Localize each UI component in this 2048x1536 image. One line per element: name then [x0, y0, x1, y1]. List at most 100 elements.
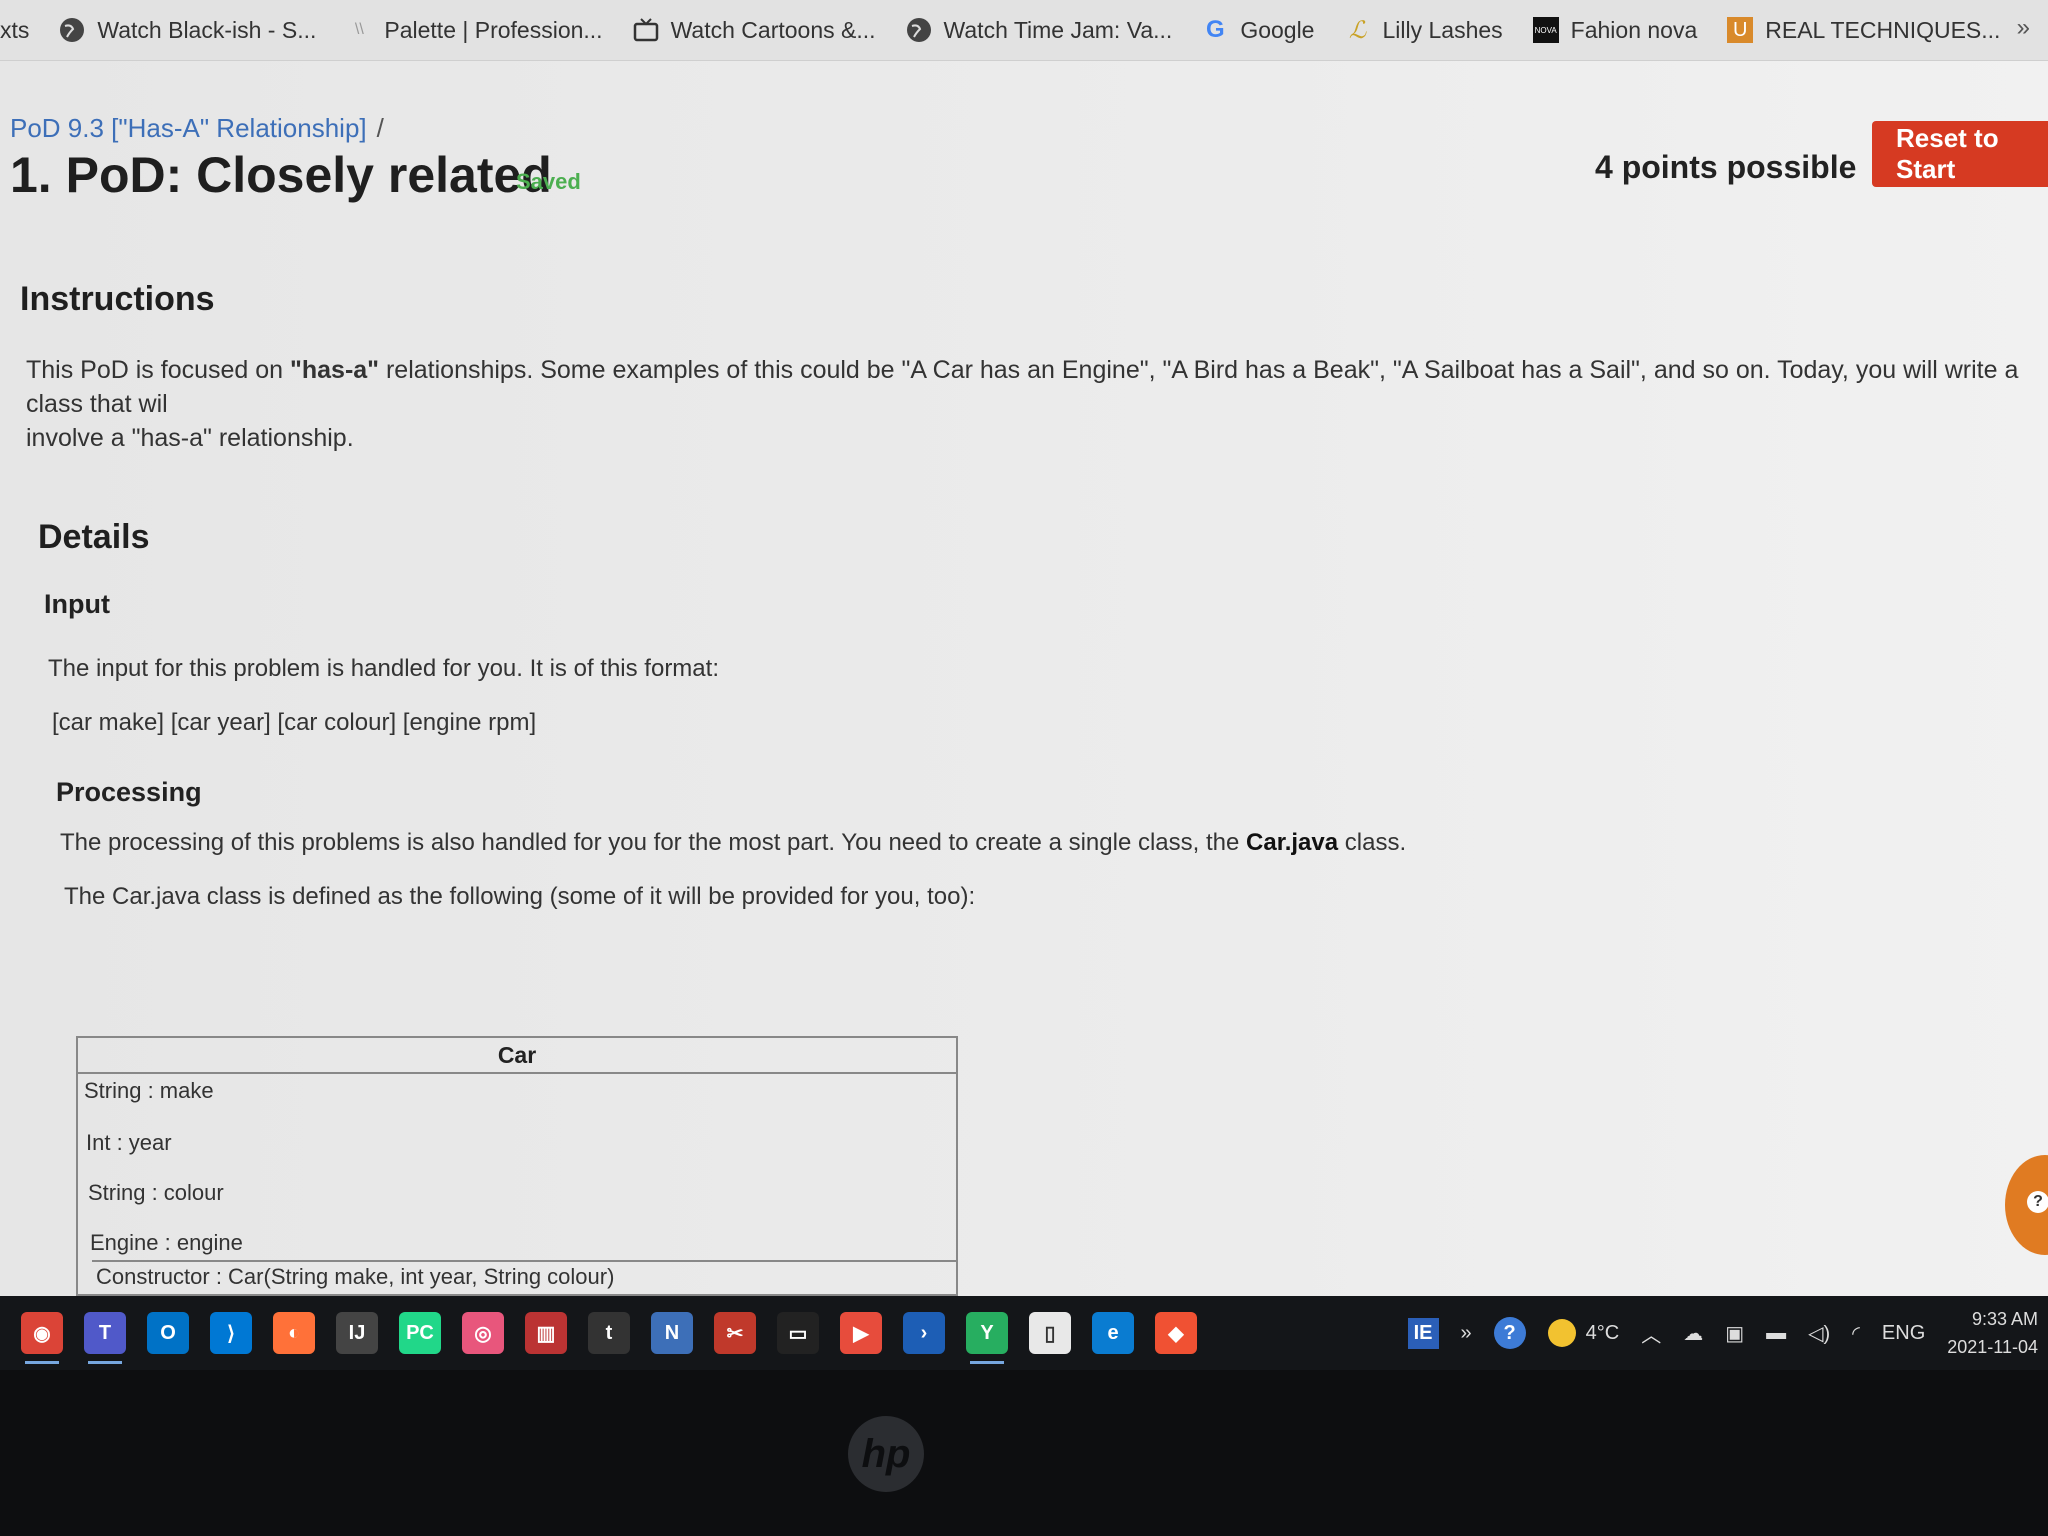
saved-status: Saved — [516, 169, 581, 194]
cloud-icon[interactable]: ☁ — [1683, 1321, 1703, 1346]
breadcrumb-separator: / — [376, 113, 384, 143]
bookmark-label: Google — [1240, 16, 1315, 43]
instructions-text: This PoD is focused on "has-a" relations… — [26, 353, 2048, 455]
display-icon[interactable]: ▣ — [1725, 1321, 1744, 1346]
powershell-icon[interactable]: › — [903, 1312, 945, 1354]
system-tray: IE » ? 4°C ︿ ☁ ▣ ▬ ◁) ◜ ENG 9:33 AM 2021… — [1407, 1296, 2048, 1370]
clock[interactable]: 9:33 AM 2021-11-04 — [1947, 1305, 2038, 1361]
instructions-heading: Instructions — [20, 280, 215, 318]
teams-icon[interactable]: T — [84, 1312, 126, 1364]
uml-constructor: Constructor : Car(String make, int year,… — [96, 1264, 615, 1289]
help-button[interactable]: ? — [2005, 1155, 2048, 1255]
processing-description-2: The Car.java class is defined as the fol… — [64, 883, 976, 910]
wifi-icon[interactable]: ◜ — [1852, 1321, 1860, 1346]
bookmark-item[interactable]: ℒ Lilly Lashes — [1344, 16, 1503, 44]
bookmark-label: Watch Black-ish - S... — [97, 16, 317, 43]
bookmarks-bar: xts Watch Black-ish - S... \\ Palette | … — [0, 0, 2048, 61]
breadcrumb-link[interactable]: PoD 9.3 ["Has-A" Relationship] — [10, 113, 367, 143]
volume-icon[interactable]: ◁) — [1808, 1321, 1830, 1346]
terminal-icon[interactable]: ▭ — [777, 1312, 819, 1354]
intellij-icon[interactable]: IJ — [336, 1312, 378, 1354]
nova-icon: NOVA — [1532, 17, 1559, 43]
weather-temp[interactable]: 4°C — [1586, 1322, 1620, 1345]
bookmark-label: Lilly Lashes — [1382, 16, 1503, 43]
instructions-text-part: This PoD is focused on — [26, 356, 291, 384]
battery-icon[interactable]: ▬ — [1766, 1322, 1786, 1345]
tumblr-icon[interactable]: t — [588, 1312, 630, 1354]
rt-icon: U — [1727, 17, 1754, 43]
taskbar-apps: ◉ T O ⟩ ◐ IJ PC ◎ ▥ t N ✂ ▭ ▶ › Y ▯ e ◆ — [0, 1312, 1197, 1364]
tv-icon — [633, 17, 659, 43]
globe-icon — [906, 17, 932, 43]
uml-class-diagram: Car String : make Int : year String : co… — [76, 1036, 958, 1296]
page-title: 1. PoD: Closely related — [10, 147, 552, 203]
taskbar: ◉ T O ⟩ ◐ IJ PC ◎ ▥ t N ✂ ▭ ▶ › Y ▯ e ◆ IE » ? 4°C ︿ ☁ ▣ ▬… — [0, 1296, 2048, 1370]
bookmarks-overflow-button[interactable]: » — [2017, 14, 2030, 42]
instructions-text-part: involve a "has-a" relationship. — [26, 424, 354, 452]
bookmark-label: xts — [0, 16, 30, 43]
instructions-bold: "has-a" — [290, 356, 380, 384]
bookmark-item[interactable]: xts — [0, 17, 29, 44]
bookmark-label: Fahion nova — [1570, 16, 1698, 43]
weather-icon[interactable] — [1547, 1319, 1576, 1347]
clock-date: 2021-11-04 — [1947, 1337, 2038, 1357]
points-possible: 4 points possible — [1595, 149, 1857, 185]
photo-icon[interactable]: ◎ — [462, 1312, 504, 1354]
uml-field: Engine : engine — [90, 1230, 243, 1255]
processing-bold: Car.java — [1246, 829, 1339, 856]
bookmark-label: REAL TECHNIQUES... — [1765, 16, 2001, 43]
globe-icon — [59, 17, 85, 43]
palette-icon: \\ — [354, 21, 364, 38]
uml-divider — [92, 1260, 956, 1262]
reset-to-start-button[interactable]: Reset to Start — [1872, 121, 2048, 187]
git-icon[interactable]: ◆ — [1155, 1312, 1197, 1354]
bookmark-item[interactable]: Watch Black-ish - S... — [59, 17, 316, 44]
bookmark-label: Watch Time Jam: Va... — [943, 16, 1173, 43]
uml-field: String : make — [84, 1078, 214, 1103]
breadcrumb: PoD 9.3 ["Has-A" Relationship] / — [10, 113, 384, 144]
firefox-icon[interactable]: ◐ — [273, 1312, 315, 1354]
scissors-icon[interactable]: ✂ — [714, 1312, 756, 1354]
bookmark-label: Palette | Profession... — [384, 16, 603, 43]
lilly-icon: ℒ — [1348, 16, 1367, 44]
clock-time: 9:33 AM — [1971, 1309, 2038, 1329]
chevron-up-icon[interactable]: ︿ — [1641, 1319, 1661, 1348]
vscode-icon[interactable]: ⟩ — [210, 1312, 252, 1354]
bookmark-item[interactable]: U REAL TECHNIQUES... — [1727, 17, 2000, 44]
sourcetree-icon[interactable]: Y — [966, 1312, 1008, 1364]
processing-heading: Processing — [56, 777, 202, 807]
bookmark-item[interactable]: Watch Cartoons &... — [633, 17, 876, 44]
popcorn-icon[interactable]: ▥ — [525, 1312, 567, 1354]
question-icon: ? — [2027, 1191, 2048, 1213]
chrome-icon[interactable]: ◉ — [21, 1312, 63, 1364]
input-description: The input for this problem is handled fo… — [48, 655, 719, 682]
bookmark-item[interactable]: \\ Palette | Profession... — [346, 16, 603, 44]
slides-icon[interactable]: ▶ — [840, 1312, 882, 1354]
input-format: [car make] [car year] [car colour] [engi… — [52, 709, 537, 736]
outlook-icon[interactable]: O — [147, 1312, 189, 1354]
bookmark-item[interactable]: G Google — [1202, 16, 1315, 44]
processing-description: The processing of this problems is also … — [60, 829, 1406, 857]
uml-class-name: Car — [78, 1038, 956, 1074]
help-tray-icon[interactable]: ? — [1493, 1317, 1526, 1349]
ide-icon[interactable]: N — [651, 1312, 693, 1354]
input-heading: Input — [44, 589, 110, 619]
monitor-bezel — [0, 1370, 2048, 1536]
ie-icon[interactable]: IE — [1407, 1317, 1439, 1349]
bookmark-item[interactable]: NOVA Fahion nova — [1532, 16, 1698, 44]
tray-overflow-icon[interactable]: » — [1461, 1322, 1472, 1345]
processing-text-part: class. — [1338, 829, 1407, 856]
google-icon: G — [1205, 16, 1225, 43]
assignment-page: PoD 9.3 ["Has-A" Relationship] / 1. PoD: … — [0, 61, 2048, 1296]
language-indicator[interactable]: ENG — [1882, 1322, 1925, 1345]
edge-icon[interactable]: e — [1092, 1312, 1134, 1354]
bookmark-label: Watch Cartoons &... — [670, 16, 876, 43]
bookmark-item[interactable]: Watch Time Jam: Va... — [906, 16, 1173, 44]
processing-text-part: The processing of this problems is also … — [60, 829, 1247, 856]
hp-logo: hp — [848, 1416, 924, 1492]
notepad-icon[interactable]: ▯ — [1029, 1312, 1071, 1354]
uml-field: String : colour — [88, 1180, 224, 1205]
uml-field: Int : year — [86, 1130, 172, 1155]
details-heading: Details — [38, 518, 150, 556]
pycharm-icon[interactable]: PC — [399, 1312, 441, 1354]
